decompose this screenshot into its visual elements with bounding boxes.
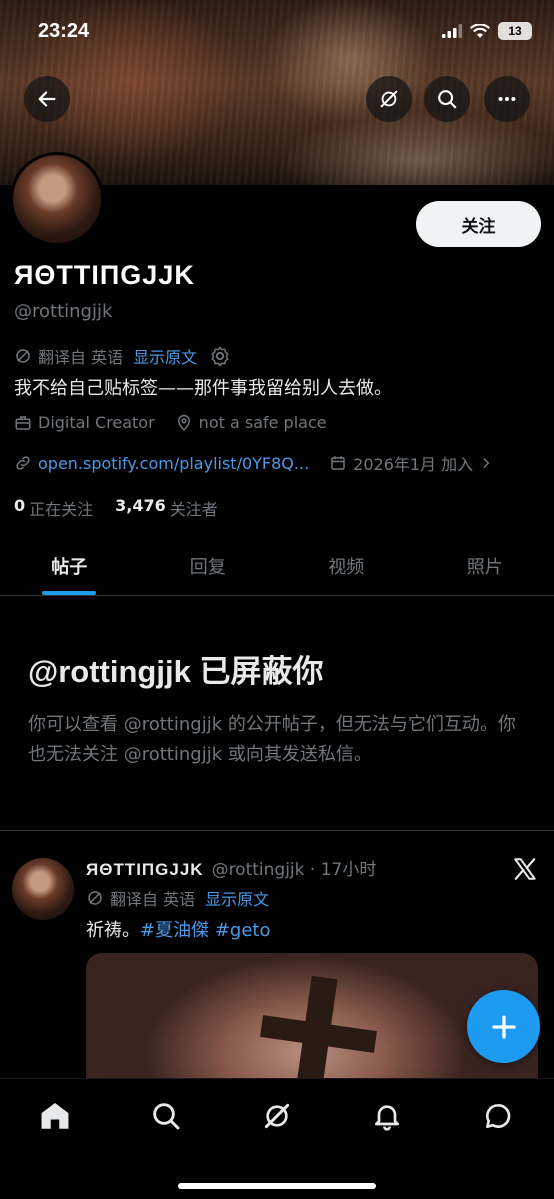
show-original-link[interactable]: 显示原文: [133, 344, 197, 368]
home-indicator: [178, 1183, 376, 1189]
gear-icon[interactable]: [209, 345, 231, 367]
post-text: 祈祷。#夏油傑 #geto: [86, 916, 270, 942]
profile-meta-row-2: open.spotify.com/playlist/0YF8Q... 2026年…: [14, 451, 507, 475]
followers-label[interactable]: 关注者: [170, 496, 218, 520]
display-name: ЯΘTTIПGJJK: [14, 260, 195, 290]
location-pin-icon: [177, 414, 190, 431]
location-text: not a safe place: [198, 413, 327, 432]
back-button[interactable]: [24, 76, 70, 122]
post-body: 祈祷。: [86, 920, 140, 941]
bottom-navigation: [0, 1078, 554, 1199]
search-icon: [438, 90, 457, 109]
signal-icon: [442, 24, 462, 38]
plus-icon: [491, 1014, 516, 1039]
hashtag-link[interactable]: #夏油傑: [140, 920, 209, 941]
profile-url[interactable]: open.spotify.com/playlist/0YF8Q...: [38, 454, 309, 473]
url-item[interactable]: open.spotify.com/playlist/0YF8Q...: [14, 454, 309, 473]
calendar-icon: [331, 456, 345, 470]
more-button[interactable]: [484, 76, 530, 122]
translate-icon: [16, 349, 30, 363]
follow-button[interactable]: 关注: [416, 201, 541, 247]
nav-home[interactable]: [35, 1096, 75, 1136]
x-logo-icon: [512, 856, 538, 886]
wifi-icon: [470, 23, 490, 38]
bio-translate-row: 翻译自 英语 显示原文: [14, 344, 231, 368]
blocked-title: @rottingjjk 已屏蔽你: [28, 654, 324, 689]
post-handle-time: @rottingjjk · 17小时: [211, 860, 377, 880]
tab-posts[interactable]: 帖子: [0, 536, 139, 595]
message-icon: [485, 1103, 511, 1128]
post-show-original-link[interactable]: 显示原文: [205, 886, 269, 910]
category-item: Digital Creator: [14, 413, 155, 432]
post-author-name[interactable]: ЯΘTTIПGJJK: [86, 860, 204, 880]
followers-count[interactable]: 3,476: [115, 496, 166, 520]
hashtag-link[interactable]: #geto: [215, 920, 271, 941]
nav-grok[interactable]: [257, 1096, 297, 1136]
arrow-left-icon: [38, 91, 56, 107]
translate-label: 翻译自 英语: [38, 348, 124, 367]
search-icon: [153, 1103, 180, 1130]
following-label[interactable]: 正在关注: [29, 496, 93, 520]
blocked-message: 你可以查看 @rottingjjk 的公开帖子，但无法与它们互动。你也无法关注 …: [28, 714, 516, 765]
profile-meta-row: Digital Creator not a safe place: [14, 413, 341, 432]
post-translate-label: 翻译自 英语: [110, 890, 196, 909]
follow-stats: 0 正在关注 3,476 关注者: [14, 496, 218, 520]
status-time: 23:24: [38, 20, 90, 42]
grok-button[interactable]: [366, 76, 412, 122]
post-avatar[interactable]: [12, 858, 74, 920]
grok-icon: [264, 1103, 290, 1129]
nav-messages[interactable]: [478, 1096, 518, 1136]
divider: [0, 830, 554, 831]
status-icons: 13: [442, 22, 532, 40]
more-icon: [498, 96, 516, 102]
grok-icon: [380, 90, 398, 108]
battery-icon: 13: [498, 22, 532, 40]
compose-button[interactable]: [467, 990, 540, 1063]
profile-handle: @rottingjjk: [14, 301, 113, 322]
location-item: not a safe place: [175, 413, 327, 432]
following-count[interactable]: 0: [14, 496, 25, 520]
tab-replies[interactable]: 回复: [139, 536, 278, 595]
post-translate-row: 翻译自 英语 显示原文: [86, 886, 269, 910]
bell-icon: [375, 1105, 399, 1131]
profile-bio: 我不给自己贴标签——那件事我留给别人去做。: [14, 378, 392, 399]
briefcase-icon: [15, 415, 31, 430]
home-icon: [41, 1102, 69, 1129]
status-bar: 23:24 13: [0, 0, 554, 62]
profile-avatar[interactable]: [10, 152, 104, 246]
joined-item[interactable]: 2026年1月 加入: [329, 451, 493, 475]
tab-videos[interactable]: 视频: [277, 536, 416, 595]
category-text: Digital Creator: [38, 413, 155, 432]
nav-search[interactable]: [146, 1096, 186, 1136]
joined-text: 2026年1月 加入: [353, 455, 474, 474]
post-header: ЯΘTTIПGJJK @rottingjjk · 17小时: [86, 855, 376, 880]
chevron-right-icon: [483, 458, 490, 468]
tab-photos[interactable]: 照片: [416, 536, 554, 595]
search-button[interactable]: [424, 76, 470, 122]
translate-icon: [88, 891, 102, 905]
nav-notifications[interactable]: [367, 1096, 407, 1136]
link-icon: [16, 456, 30, 470]
battery-level: 13: [508, 24, 522, 38]
profile-tabs: 帖子 回复 视频 照片: [0, 536, 554, 596]
